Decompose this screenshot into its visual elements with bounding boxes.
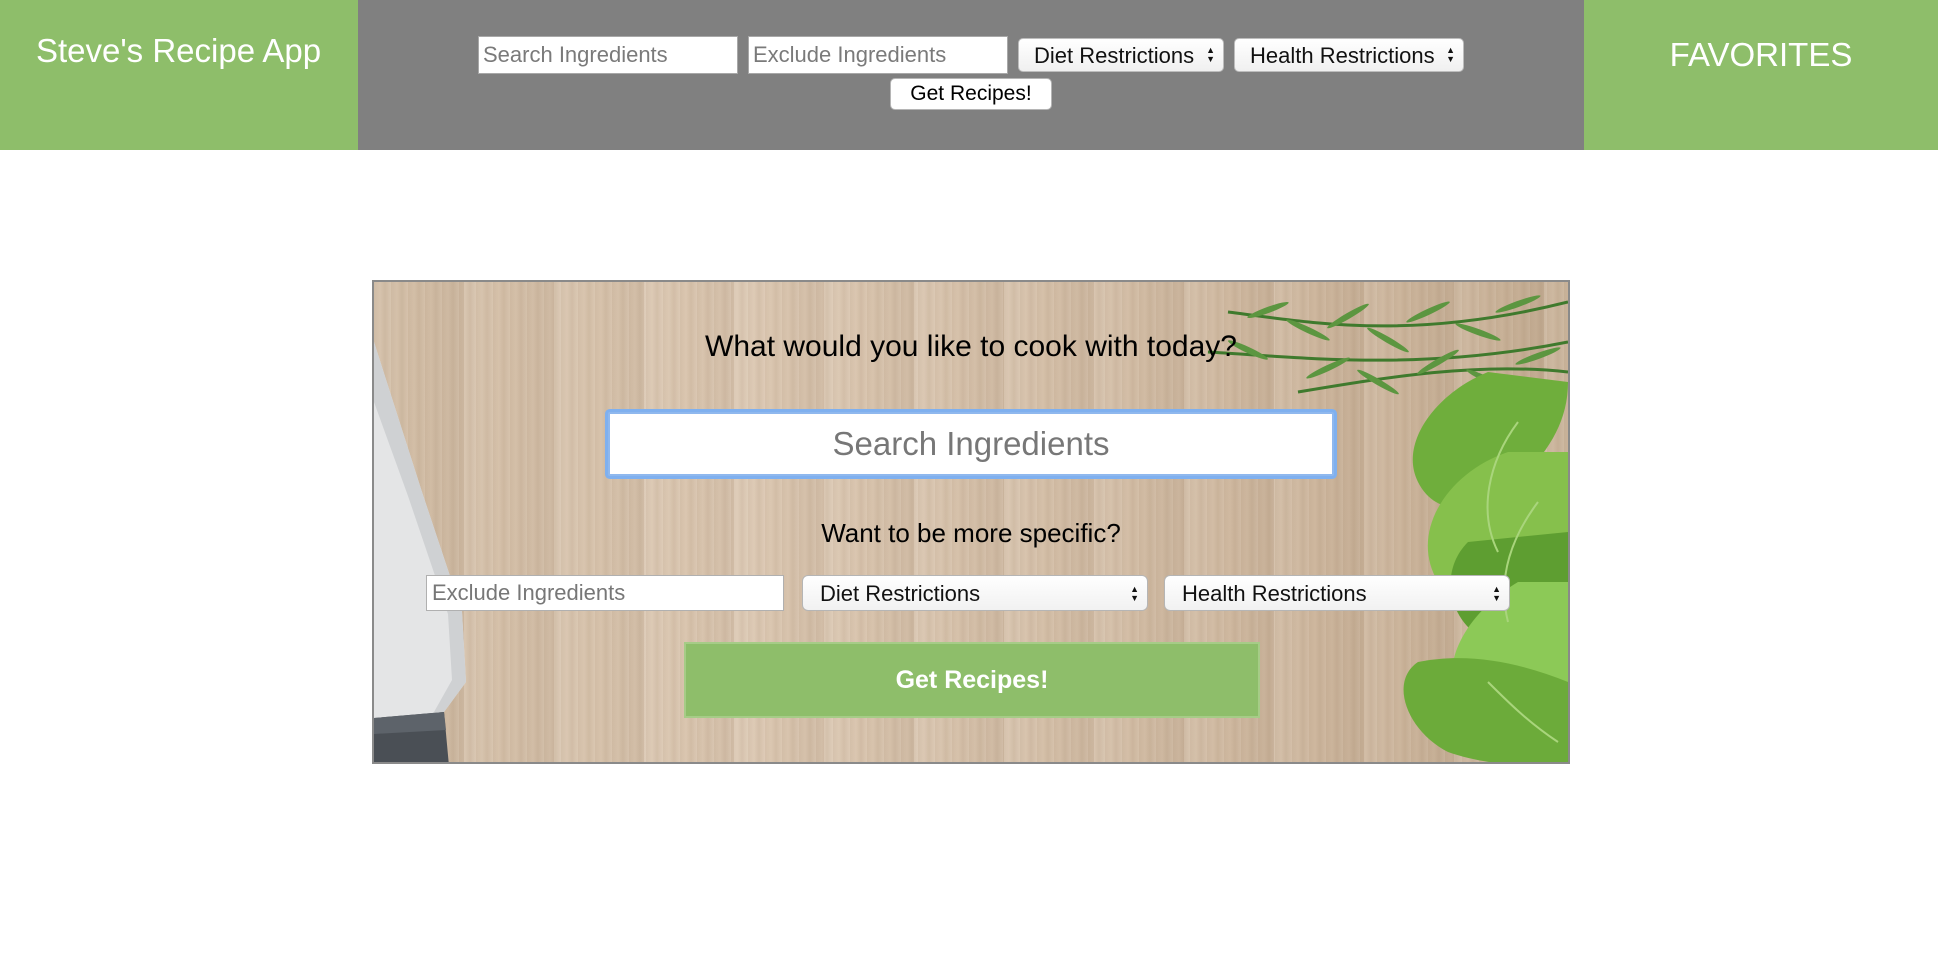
app-header: Steve's Recipe App Diet Restrictions ▲▼ …: [0, 0, 1938, 150]
hero-diet-select-label: Diet Restrictions: [820, 581, 981, 606]
header-diet-select-label: Diet Restrictions: [1034, 43, 1195, 68]
header-health-select-label: Health Restrictions: [1250, 43, 1435, 68]
up-down-chevron-icon: ▲ ▼: [1492, 584, 1501, 603]
hero-search-input[interactable]: [608, 412, 1334, 476]
header-diet-select[interactable]: Diet Restrictions ▲ ▼: [1018, 38, 1224, 72]
hero-health-select[interactable]: Health Restrictions ▲ ▼: [1164, 575, 1510, 611]
app-title[interactable]: Steve's Recipe App: [0, 0, 358, 150]
hero-diet-select[interactable]: Diet Restrictions ▲ ▼: [802, 575, 1148, 611]
header-search-input[interactable]: [478, 36, 738, 74]
hero-subtitle: Want to be more specific?: [821, 518, 1121, 548]
hero-exclude-input[interactable]: [426, 575, 784, 611]
hero-health-select-label: Health Restrictions: [1182, 581, 1367, 606]
up-down-chevron-icon: ▲ ▼: [1130, 584, 1139, 603]
favorites-link[interactable]: FAVORITES: [1584, 0, 1938, 150]
header-get-recipes-button[interactable]: Get Recipes!: [890, 78, 1052, 110]
hero-title: What would you like to cook with today?: [705, 330, 1237, 363]
up-down-chevron-icon: ▲ ▼: [1206, 45, 1215, 64]
header-exclude-input[interactable]: [748, 36, 1008, 74]
up-down-chevron-icon: ▲ ▼: [1446, 45, 1455, 64]
recipe-search-panel: What would you like to cook with today? …: [372, 280, 1570, 764]
top-search-bar: Diet Restrictions ▲▼ Health Restrictions…: [358, 0, 1584, 150]
header-health-select[interactable]: Health Restrictions ▲ ▼: [1234, 38, 1464, 72]
hero-get-recipes-button[interactable]: Get Recipes!: [684, 642, 1260, 718]
